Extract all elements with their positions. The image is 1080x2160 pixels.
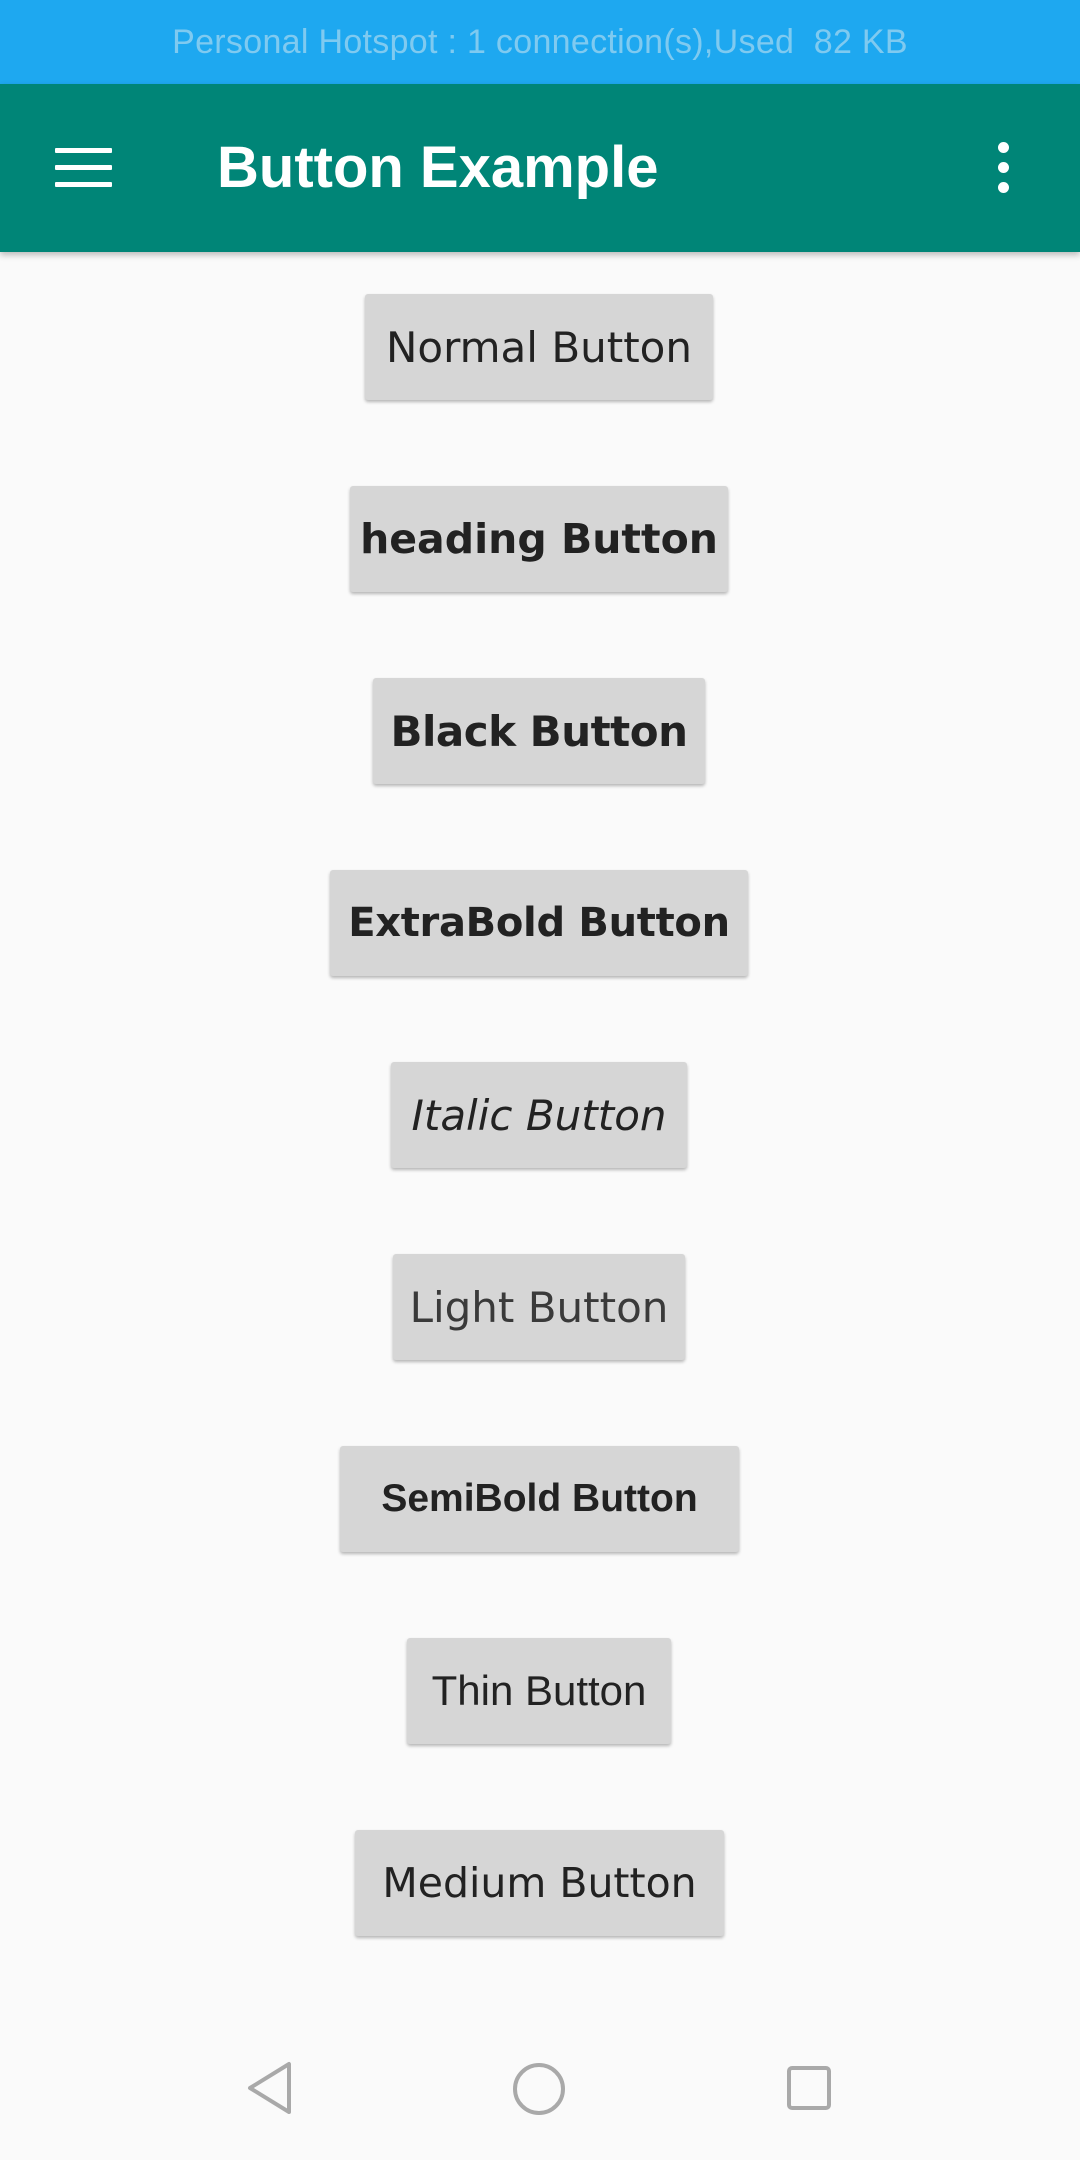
page-title: Button Example — [217, 135, 659, 200]
status-bar: Personal Hotspot : 1 connection(s),Used … — [0, 0, 1080, 84]
hamburger-menu-icon[interactable] — [55, 148, 112, 188]
home-circle-icon[interactable] — [512, 2062, 566, 2116]
normal-button[interactable]: Normal Button — [365, 294, 713, 400]
app-bar: Button Example — [0, 84, 1080, 252]
thin-button[interactable]: Thin Button — [407, 1638, 671, 1744]
heading-button[interactable]: heading Button — [350, 486, 728, 592]
light-button[interactable]: Light Button — [393, 1254, 685, 1360]
button-list: Normal Button heading Button Black Butto… — [0, 252, 1080, 1952]
recents-square-icon[interactable] — [786, 2065, 832, 2111]
medium-button[interactable]: Medium Button — [355, 1830, 724, 1936]
system-nav-bar — [0, 2030, 1080, 2160]
back-triangle-icon[interactable] — [245, 2060, 295, 2116]
italic-button[interactable]: Italic Button — [391, 1062, 687, 1168]
status-bar-text: Personal Hotspot : 1 connection(s),Used … — [172, 22, 908, 61]
semibold-button[interactable]: SemiBold Button — [340, 1446, 739, 1552]
black-button[interactable]: Black Button — [373, 678, 705, 784]
extrabold-button[interactable]: ExtraBold Button — [330, 870, 748, 976]
